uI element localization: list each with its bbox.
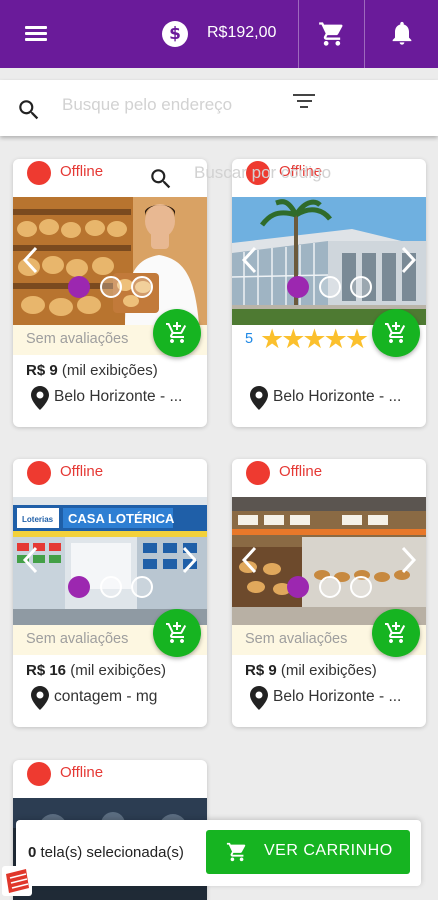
view-cart-label: VER CARRINHO (264, 842, 393, 859)
image-logo-text: Loterias (22, 515, 54, 524)
rating-stars: ★★★★★ (260, 324, 369, 355)
cart-summary-bar: 0 tela(s) selecionada(s) VER CARRINHO (16, 820, 421, 886)
location-text: Belo Horizonte - ... (54, 388, 183, 405)
status-label: Offline (279, 463, 323, 480)
listing-card[interactable]: Offline Sem avaliações R$ 9 (mil exibiçõ… (232, 459, 426, 727)
status-label: Offline (60, 163, 104, 180)
add-to-cart-button[interactable] (372, 609, 420, 657)
price: R$ 9 (mil exibições) (245, 662, 377, 679)
modern-building-photo (232, 197, 426, 325)
selected-count-value: 0 (28, 844, 37, 861)
price-value: R$ 9 (26, 362, 58, 379)
selected-count-label: tela(s) selecionada(s) (40, 844, 184, 861)
address-search-input[interactable] (62, 90, 262, 120)
cart-icon[interactable] (318, 20, 346, 48)
carousel-dot[interactable] (287, 576, 309, 598)
price-value: R$ 9 (245, 662, 277, 679)
balance-amount: R$192,00 (207, 24, 277, 41)
carousel-dot[interactable] (350, 276, 372, 298)
chevron-right-icon[interactable] (398, 545, 418, 575)
carousel-dot[interactable] (131, 276, 153, 298)
status-label: Offline (60, 764, 104, 781)
filter-icon[interactable] (292, 94, 316, 114)
coin-icon: $ (162, 21, 188, 47)
listing-photo[interactable] (232, 197, 426, 325)
notification-bell-icon[interactable] (388, 18, 416, 48)
carousel-dot[interactable] (287, 276, 309, 298)
location-text: Belo Horizonte - ... (273, 688, 402, 705)
carousel-dot[interactable] (100, 276, 122, 298)
chevron-left-icon[interactable] (240, 245, 260, 275)
rating-label: Sem avaliações (26, 331, 129, 347)
listing-photo[interactable]: Loterias CASA LOTÉRICA (13, 497, 207, 625)
price-unit: (mil exibições) (61, 362, 158, 379)
carousel-dot[interactable] (68, 276, 90, 298)
casa-loterica-photo: Loterias CASA LOTÉRICA (13, 497, 207, 625)
chevron-right-icon[interactable] (179, 545, 199, 575)
listing-photo[interactable] (232, 497, 426, 625)
price-value: R$ 16 (26, 662, 67, 679)
add-cart-icon (166, 622, 187, 643)
search-icon (19, 100, 39, 120)
carousel-dot[interactable] (131, 576, 153, 598)
price-unit: (mil exibições) (280, 662, 377, 679)
cart-icon (226, 842, 246, 862)
divider (364, 0, 365, 68)
offline-status-dot (27, 461, 51, 485)
chevron-left-icon[interactable] (21, 245, 41, 275)
app-logo-icon[interactable] (2, 866, 32, 896)
image-sign-text: CASA LOTÉRICA (68, 511, 175, 526)
location-pin-icon (31, 686, 49, 710)
carousel-dot[interactable] (350, 576, 372, 598)
listing-card[interactable]: Offline 5 ★★★★★ Belo Horizonte - ... (232, 159, 426, 427)
rating-label: Sem avaliações (245, 631, 348, 647)
chevron-left-icon[interactable] (21, 545, 41, 575)
address-search-bar (0, 80, 438, 136)
location-pin-icon (250, 386, 268, 410)
carousel-dot[interactable] (68, 576, 90, 598)
carousel-dot[interactable] (319, 276, 341, 298)
listing-card[interactable]: Offline Sem avaliações R$ 9 (mil exibiçõ… (13, 159, 207, 427)
carousel-dot[interactable] (100, 576, 122, 598)
rating-value: 5 (245, 331, 254, 347)
offline-status-dot (246, 461, 270, 485)
rating-label: Sem avaliações (26, 631, 129, 647)
add-cart-icon (166, 322, 187, 343)
add-cart-icon (385, 322, 406, 343)
location-text: Belo Horizonte - ... (273, 388, 402, 405)
search-icon (151, 169, 171, 189)
price: R$ 9 (mil exibições) (26, 362, 158, 379)
offline-status-dot (27, 161, 51, 185)
divider (298, 0, 299, 68)
location-text: contagem - mg (54, 688, 158, 705)
location-pin-icon (31, 386, 49, 410)
add-to-cart-button[interactable] (153, 609, 201, 657)
add-cart-icon (385, 622, 406, 643)
listing-card[interactable]: Offline Loterias CASA LOTÉRICA Sem avali… (13, 459, 207, 727)
selected-screens-count: 0 tela(s) selecionada(s) (28, 844, 184, 861)
carousel-dot[interactable] (319, 576, 341, 598)
view-cart-button[interactable]: VER CARRINHO (206, 830, 410, 874)
offline-status-dot (27, 762, 51, 786)
code-search-input[interactable] (194, 158, 394, 188)
add-to-cart-button[interactable] (153, 309, 201, 357)
location-pin-icon (250, 686, 268, 710)
listing-photo[interactable] (13, 197, 207, 325)
add-to-cart-button[interactable] (372, 309, 420, 357)
bakery-interior-photo (232, 497, 426, 625)
price-unit: (mil exibições) (70, 662, 167, 679)
menu-icon[interactable] (25, 26, 47, 42)
chevron-left-icon[interactable] (240, 545, 260, 575)
top-app-bar: $ R$192,00 (0, 0, 438, 68)
price: R$ 16 (mil exibições) (26, 662, 166, 679)
chevron-right-icon[interactable] (398, 245, 418, 275)
status-label: Offline (60, 463, 104, 480)
bakery-chef-photo (13, 197, 207, 325)
